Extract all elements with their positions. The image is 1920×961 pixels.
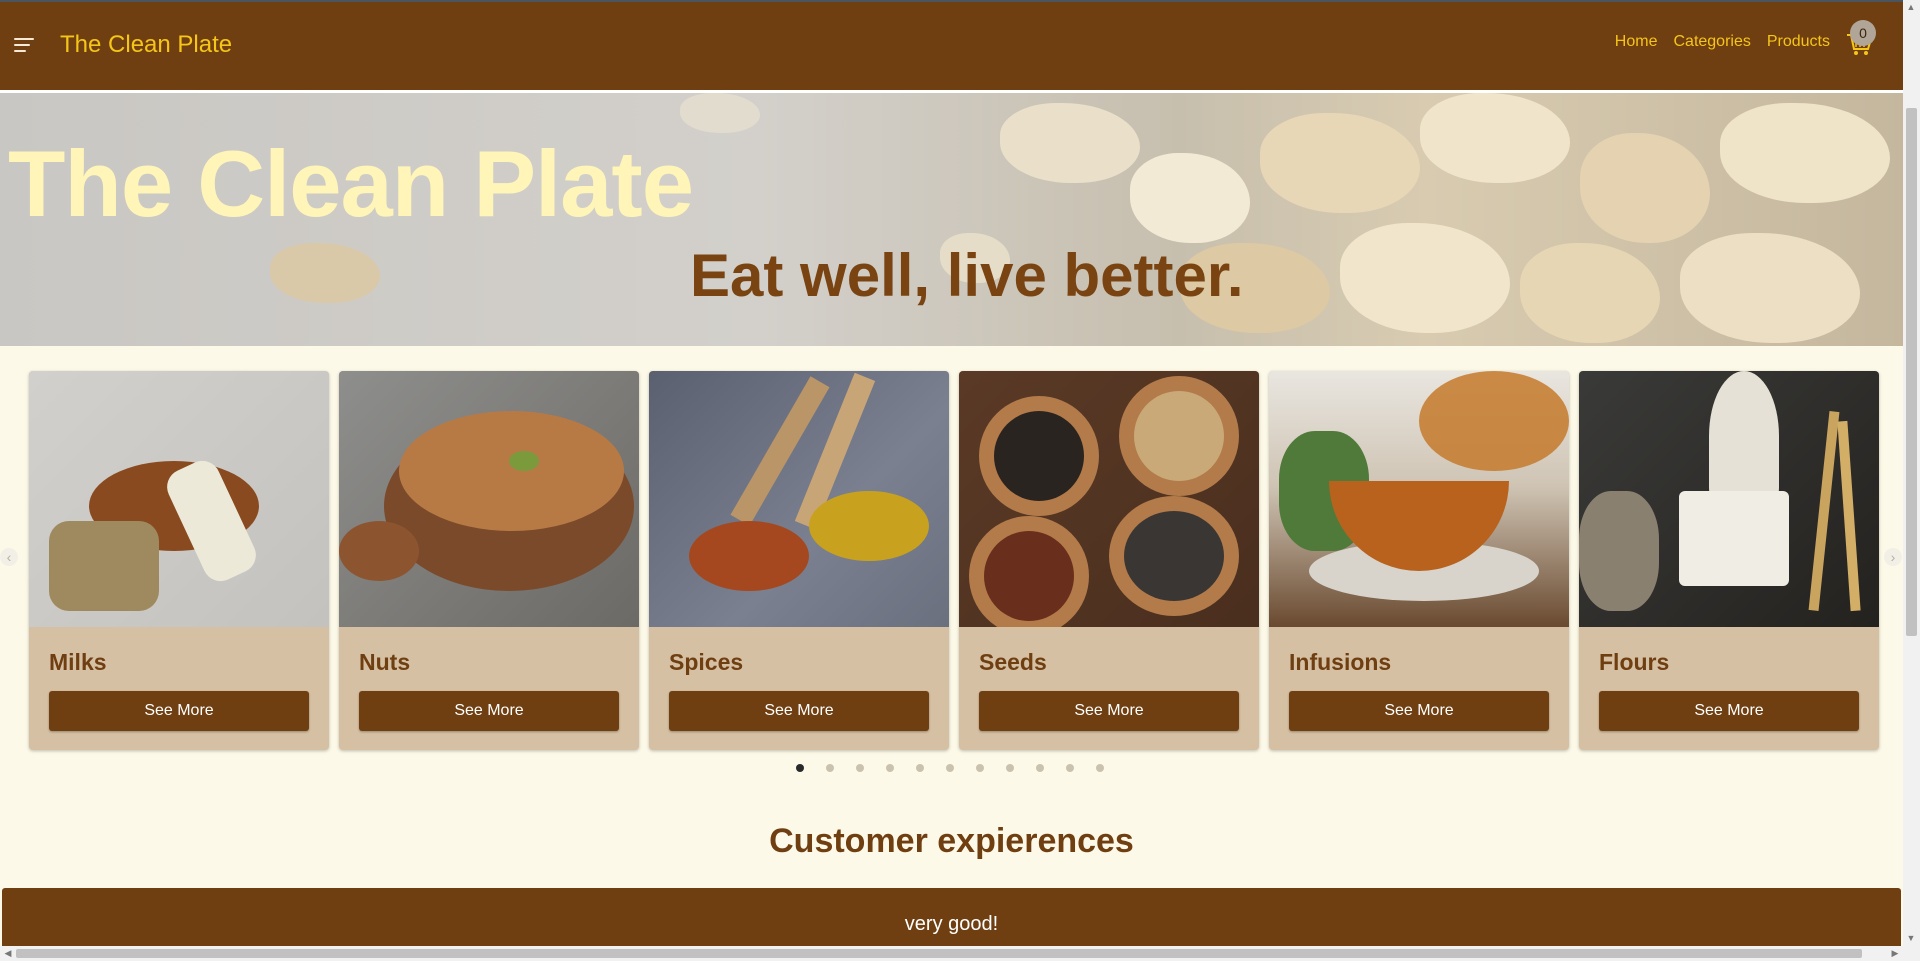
vertical-scroll-thumb[interactable] bbox=[1906, 108, 1917, 636]
cart-count-badge: 0 bbox=[1850, 20, 1876, 46]
see-more-button[interactable]: See More bbox=[669, 691, 929, 731]
see-more-button[interactable]: See More bbox=[1599, 691, 1859, 731]
carousel-prev-icon[interactable]: ‹ bbox=[0, 548, 18, 566]
flours-image bbox=[1579, 371, 1879, 627]
carousel-dot[interactable] bbox=[976, 764, 984, 772]
nuts-image bbox=[339, 371, 639, 627]
category-card-spices: Spices See More bbox=[649, 371, 949, 750]
category-carousel: Milks See More Nuts See More Spices See … bbox=[29, 371, 1879, 750]
spices-image bbox=[649, 371, 949, 627]
carousel-dot[interactable] bbox=[796, 764, 804, 772]
category-title: Infusions bbox=[1289, 649, 1392, 675]
see-more-button[interactable]: See More bbox=[1289, 691, 1549, 731]
nav-link-categories[interactable]: Categories bbox=[1673, 33, 1750, 51]
hero-title: The Clean Plate bbox=[8, 131, 694, 236]
seeds-image bbox=[959, 371, 1259, 627]
carousel-dot[interactable] bbox=[826, 764, 834, 772]
scroll-up-icon[interactable]: ▲ bbox=[1905, 2, 1917, 12]
category-title: Milks bbox=[49, 649, 107, 675]
review-text: very good! bbox=[904, 913, 999, 935]
category-title: Flours bbox=[1599, 649, 1670, 675]
experiences-heading: Customer expierences bbox=[769, 822, 1134, 860]
infusions-image bbox=[1269, 371, 1569, 627]
carousel-dot[interactable] bbox=[1096, 764, 1104, 772]
category-card-flours: Flours See More bbox=[1579, 371, 1879, 750]
scroll-right-icon[interactable]: ▶ bbox=[1889, 948, 1901, 959]
category-card-milks: Milks See More bbox=[29, 371, 329, 750]
category-title: Nuts bbox=[359, 649, 411, 675]
hero-banner: The Clean Plate Eat well, live better. bbox=[0, 93, 1903, 346]
see-more-button[interactable]: See More bbox=[49, 691, 309, 731]
category-card-seeds: Seeds See More bbox=[959, 371, 1259, 750]
carousel-next-icon[interactable]: › bbox=[1884, 548, 1902, 566]
carousel-dot[interactable] bbox=[1066, 764, 1074, 772]
category-card-nuts: Nuts See More bbox=[339, 371, 639, 750]
milks-image bbox=[29, 371, 329, 627]
hamburger-menu-icon[interactable] bbox=[14, 38, 34, 54]
see-more-button[interactable]: See More bbox=[979, 691, 1239, 731]
carousel-dot[interactable] bbox=[1006, 764, 1014, 772]
carousel-dot[interactable] bbox=[916, 764, 924, 772]
category-title: Seeds bbox=[979, 649, 1047, 675]
carousel-dot[interactable] bbox=[856, 764, 864, 772]
hero-subtitle: Eat well, live better. bbox=[690, 242, 1244, 309]
see-more-button[interactable]: See More bbox=[359, 691, 619, 731]
carousel-pagination bbox=[796, 764, 1104, 772]
carousel-dot[interactable] bbox=[1036, 764, 1044, 772]
nav-link-home[interactable]: Home bbox=[1615, 33, 1658, 51]
brand-title[interactable]: The Clean Plate bbox=[60, 31, 232, 59]
carousel-dot[interactable] bbox=[886, 764, 894, 772]
horizontal-scroll-thumb[interactable] bbox=[16, 949, 1862, 958]
carousel-dot[interactable] bbox=[946, 764, 954, 772]
category-card-infusions: Infusions See More bbox=[1269, 371, 1569, 750]
scroll-left-icon[interactable]: ◀ bbox=[2, 948, 14, 959]
category-title: Spices bbox=[669, 649, 744, 675]
nav-links: Home Categories Products bbox=[1615, 33, 1830, 51]
scroll-down-icon[interactable]: ▼ bbox=[1905, 933, 1917, 943]
nav-link-products[interactable]: Products bbox=[1767, 33, 1830, 51]
